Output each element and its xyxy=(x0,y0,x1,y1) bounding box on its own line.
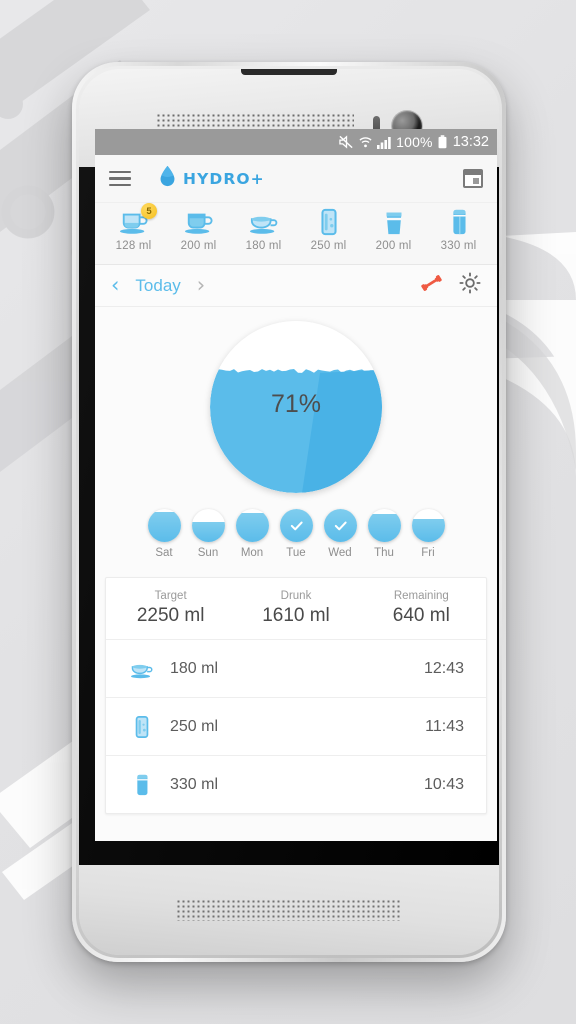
drink-option[interactable]: 250 ml xyxy=(296,206,361,252)
day-label: Wed xyxy=(328,547,352,559)
day-fill-level xyxy=(235,512,269,542)
stat-value: 1610 ml xyxy=(262,605,330,626)
clock-label: 13:32 xyxy=(452,134,489,150)
stat-label: Target xyxy=(154,590,187,602)
hamburger-menu-icon[interactable] xyxy=(109,171,131,186)
drink-amount-label: 200 ml xyxy=(180,240,217,252)
stat-value: 640 ml xyxy=(392,605,450,626)
app-bar: HYDRO+ xyxy=(95,155,497,203)
log-time-label: 12:43 xyxy=(423,659,464,677)
gauge-percent-label: 71% xyxy=(270,389,322,418)
phone-bottom-bezel xyxy=(79,865,499,955)
brand-label: HYDRO+ xyxy=(183,169,265,188)
drink-badge: 5 xyxy=(141,203,157,219)
day-label: Mon xyxy=(240,547,264,559)
dumbbell-icon[interactable] xyxy=(420,273,443,298)
saucer-cup-icon xyxy=(247,206,281,236)
status-bar: 100% 13:32 xyxy=(95,129,497,155)
day-label: Sun xyxy=(197,547,219,559)
prev-day-button[interactable]: ‹ xyxy=(111,275,119,296)
app-screen: 100% 13:32 HYDRO+ 5 128 ml 200 ml 180 ml… xyxy=(95,129,497,841)
water-drop-icon xyxy=(159,165,176,192)
week-day-tue[interactable]: Tue xyxy=(279,509,313,559)
stat-drunk: Drunk 1610 ml xyxy=(233,590,358,627)
day-progress-circle xyxy=(147,509,181,542)
tumbler-icon xyxy=(377,206,411,236)
tall-glass-icon xyxy=(128,715,170,739)
tall-glass-icon xyxy=(312,206,346,236)
day-progress-circle xyxy=(411,509,445,542)
battery-icon xyxy=(438,135,447,149)
battery-percent-label: 100% xyxy=(396,134,433,150)
current-date-label[interactable]: Today xyxy=(135,276,180,296)
daily-progress-gauge[interactable]: 71% xyxy=(210,321,382,493)
log-entry-row[interactable]: 250 ml 11:43 xyxy=(106,697,486,755)
can-icon xyxy=(128,773,170,797)
stat-target: Target 2250 ml xyxy=(108,590,233,627)
check-icon xyxy=(280,509,313,542)
day-progress-circle xyxy=(367,509,401,542)
drink-amount-label: 330 ml xyxy=(440,240,477,252)
log-amount-label: 180 ml xyxy=(170,659,219,677)
log-amount-label: 330 ml xyxy=(170,775,219,793)
week-day-sat[interactable]: Sat xyxy=(147,509,181,559)
day-label: Tue xyxy=(286,547,306,559)
log-time-label: 11:43 xyxy=(425,717,464,735)
stat-value: 2250 ml xyxy=(136,605,205,626)
day-fill-level xyxy=(147,512,181,542)
drink-amount-label: 128 ml xyxy=(115,240,152,252)
day-fill-level xyxy=(367,513,401,542)
stat-label: Drunk xyxy=(280,590,312,602)
drink-amount-label: 250 ml xyxy=(310,240,347,252)
stats-row: Target 2250 ml Drunk 1610 ml Remaining 6… xyxy=(106,578,486,639)
mute-icon xyxy=(339,135,354,149)
log-amount-label: 250 ml xyxy=(170,717,219,735)
calendar-icon[interactable] xyxy=(463,169,483,188)
drink-amount-label: 180 ml xyxy=(245,240,282,252)
week-day-sun[interactable]: Sun xyxy=(191,509,225,559)
can-icon xyxy=(442,206,476,236)
signal-icon xyxy=(377,136,391,149)
app-brand: HYDRO+ xyxy=(159,165,265,192)
summary-card: Target 2250 ml Drunk 1610 ml Remaining 6… xyxy=(105,577,487,814)
wifi-icon xyxy=(359,136,372,149)
week-progress-row: Sat Sun Mon Tue Wed Thu Fri xyxy=(95,493,497,559)
bottom-speaker-grille xyxy=(176,899,402,921)
next-day-button[interactable]: › xyxy=(197,275,205,296)
day-label: Fri xyxy=(421,547,435,559)
week-day-wed[interactable]: Wed xyxy=(323,509,357,559)
drink-option[interactable]: 330 ml xyxy=(426,206,491,252)
stat-label: Remaining xyxy=(393,590,449,602)
week-day-mon[interactable]: Mon xyxy=(235,509,269,559)
day-label: Sat xyxy=(155,547,173,559)
day-progress-circle xyxy=(279,509,313,542)
date-navigation-bar: ‹ Today › xyxy=(95,265,497,307)
drink-selector-row: 5 128 ml 200 ml 180 ml 250 ml 200 ml 330… xyxy=(95,203,497,265)
week-day-thu[interactable]: Thu xyxy=(367,509,401,559)
week-day-fri[interactable]: Fri xyxy=(411,509,445,559)
main-content: 71% Sat Sun Mon Tue Wed Thu Fri Target 2250 ml… xyxy=(95,307,497,841)
stat-remaining: Remaining 640 ml xyxy=(359,590,484,627)
log-entry-row[interactable]: 330 ml 10:43 xyxy=(106,755,486,813)
drink-option[interactable]: 5 128 ml xyxy=(101,203,166,252)
drink-option[interactable]: 180 ml xyxy=(231,206,296,252)
gauge-container: 71% xyxy=(95,307,497,493)
drink-option[interactable]: 200 ml xyxy=(166,206,231,252)
day-fill-level xyxy=(191,521,225,542)
log-entry-row[interactable]: 180 ml 12:43 xyxy=(106,639,486,697)
mug-icon xyxy=(182,206,216,236)
day-progress-circle xyxy=(191,509,225,542)
saucer-cup-icon xyxy=(128,658,170,680)
day-label: Thu xyxy=(374,547,394,559)
drink-option[interactable]: 200 ml xyxy=(361,206,426,252)
check-icon xyxy=(324,509,357,542)
phone-device: 100% 13:32 HYDRO+ 5 128 ml 200 ml 180 ml… xyxy=(72,62,506,962)
day-fill-level xyxy=(411,518,445,542)
sun-weather-icon[interactable] xyxy=(459,272,481,299)
day-progress-circle xyxy=(235,509,269,542)
day-progress-circle xyxy=(323,509,357,542)
phone-top-nub xyxy=(241,69,337,75)
log-time-label: 10:43 xyxy=(423,775,464,793)
drink-amount-label: 200 ml xyxy=(375,240,412,252)
